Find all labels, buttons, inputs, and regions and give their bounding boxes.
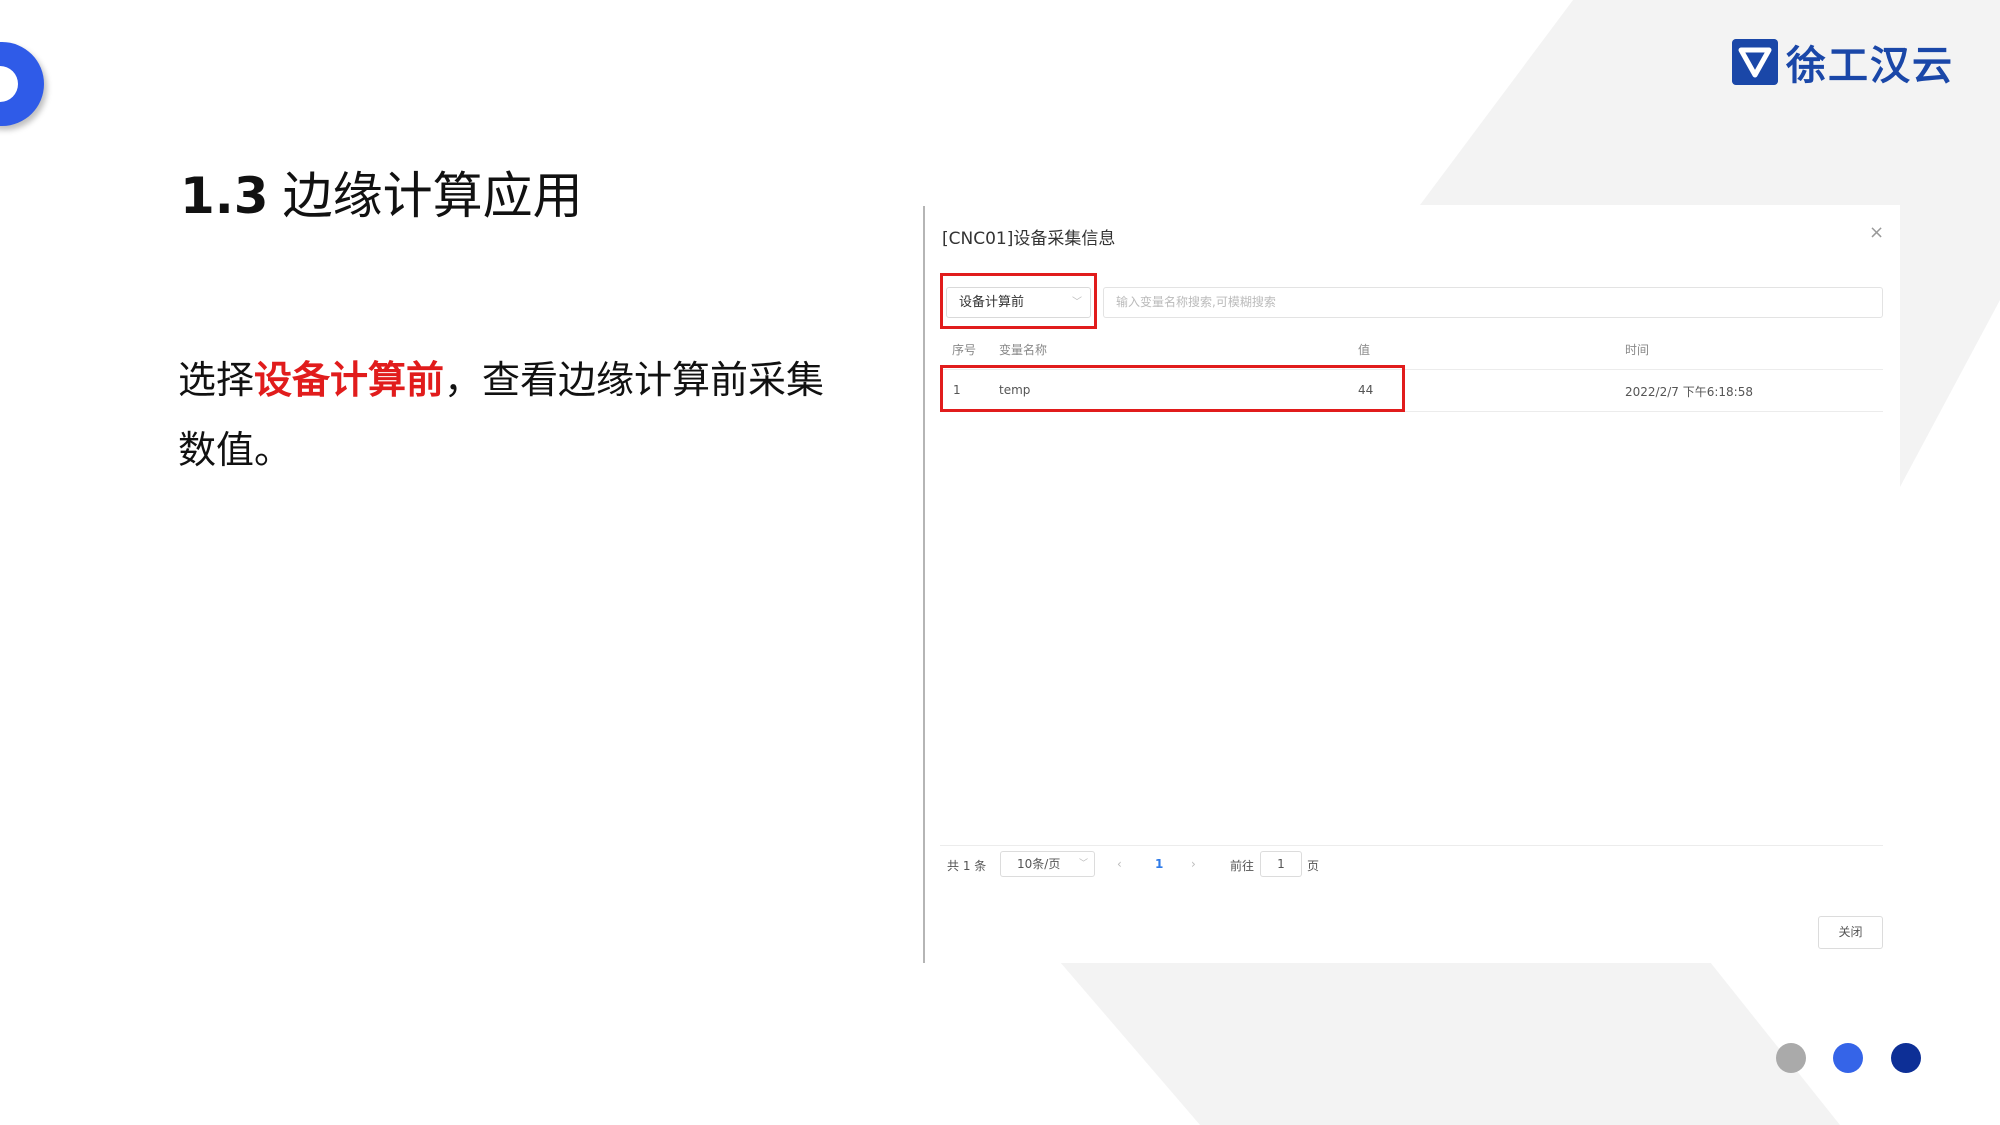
page-size-value: 10条/页 <box>1017 857 1061 871</box>
column-header-value: 值 <box>1358 343 1371 357</box>
pager-current-page[interactable]: 1 <box>1155 857 1163 871</box>
xcmg-shield-icon <box>1732 39 1778 85</box>
row-time: 2022/2/7 下午6:18:58 <box>1625 385 1753 399</box>
column-header-time: 时间 <box>1625 343 1650 357</box>
chevron-down-icon: ﹀ <box>1078 859 1088 869</box>
pager-page-unit: 页 <box>1307 859 1320 873</box>
close-icon[interactable]: × <box>1869 222 1884 243</box>
decorative-circle-icon <box>0 42 44 126</box>
pager-total: 共 1 条 <box>947 859 987 873</box>
page-size-select[interactable]: 10条/页 ﹀ <box>1000 851 1095 877</box>
pager-prev-icon[interactable]: ‹ <box>1117 857 1122 871</box>
decorative-dot-blue <box>1833 1043 1863 1073</box>
slide-title: 1.3 边缘计算应用 <box>180 156 583 228</box>
brand-logo-text: 徐工汉云 <box>1786 43 1954 89</box>
pager-goto-input[interactable]: 1 <box>1260 851 1302 877</box>
close-button[interactable]: 关闭 <box>1818 916 1883 949</box>
slide-description: 选择设备计算前，查看边缘计算前采集数值。 <box>178 345 838 485</box>
dialog-title: [CNC01]设备采集信息 <box>942 229 1116 249</box>
highlight-box-select <box>940 273 1097 329</box>
decorative-dot-gray <box>1776 1043 1806 1073</box>
column-header-name: 变量名称 <box>999 343 1048 357</box>
section-number: 1.3 <box>180 167 269 225</box>
brand-logo: 徐工汉云 <box>1732 38 1954 89</box>
background-shape-bottom-right <box>1060 962 1840 1125</box>
description-prefix: 选择 <box>178 358 255 402</box>
dialog-border <box>923 206 925 963</box>
pager-next-icon[interactable]: › <box>1191 857 1196 871</box>
decorative-dot-navy <box>1891 1043 1921 1073</box>
variable-search-input[interactable]: 输入变量名称搜索,可模糊搜索 <box>1103 287 1883 318</box>
pager-divider <box>940 845 1883 846</box>
column-header-index: 序号 <box>952 343 977 357</box>
description-highlight: 设备计算前 <box>254 358 445 402</box>
pager-goto-label: 前往 <box>1230 859 1255 873</box>
section-title: 边缘计算应用 <box>282 167 583 225</box>
highlight-box-row <box>940 365 1405 412</box>
